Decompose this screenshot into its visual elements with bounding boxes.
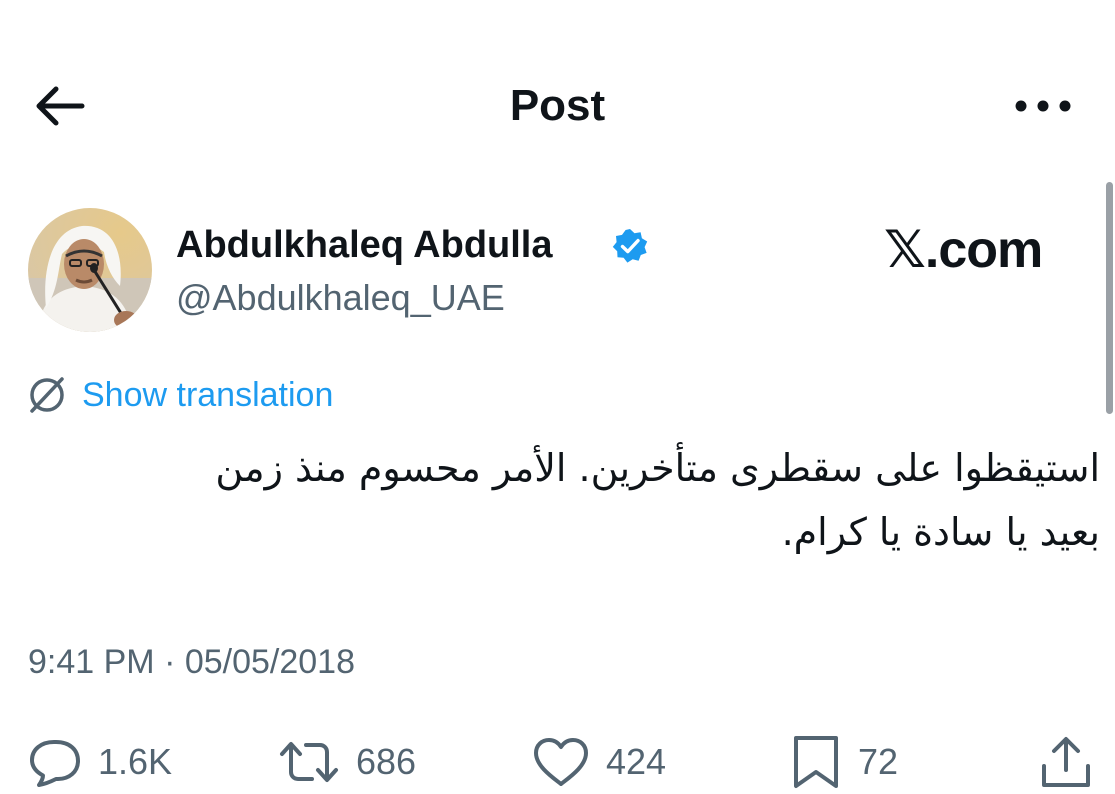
reply-button[interactable]: 1.6K	[26, 734, 172, 790]
bookmark-count: 72	[858, 741, 899, 782]
timestamp[interactable]: 9:41 PM · 05/05/2018	[28, 640, 355, 684]
verified-badge-icon	[611, 227, 649, 265]
tweet-text-line: استيقظوا على سقطرى متأخرين. الأمر محسوم …	[215, 446, 1100, 490]
share-button[interactable]	[1036, 734, 1096, 790]
repost-icon	[280, 742, 338, 782]
globe-translate-icon[interactable]	[26, 374, 68, 416]
bookmark-button[interactable]: 72	[788, 734, 898, 790]
more-horizontal-icon	[1015, 100, 1071, 112]
bookmark-icon	[794, 736, 838, 788]
author-name[interactable]: Abdulkhaleq Abdulla	[176, 222, 553, 268]
x-com-logo: 𝕏.com	[884, 221, 1043, 279]
avatar[interactable]	[28, 208, 152, 332]
like-count: 424	[606, 741, 667, 782]
author-handle[interactable]: @Abdulkhaleq_UAE	[176, 276, 505, 320]
scrollbar[interactable]	[1106, 182, 1113, 414]
repost-count: 686	[356, 741, 417, 782]
tweet-text: استيقظوا على سقطرى متأخرين. الأمر محسوم …	[60, 436, 1100, 564]
reply-icon	[30, 740, 80, 787]
page-title: Post	[509, 81, 606, 130]
more-options-button[interactable]	[1008, 84, 1078, 128]
show-translation-link[interactable]: Show translation	[82, 374, 333, 416]
share-icon	[1042, 737, 1090, 787]
tweet-text-line: بعيد يا سادة يا كرام.	[781, 510, 1100, 554]
reply-count: 1.6K	[98, 741, 173, 782]
repost-button[interactable]: 686	[276, 734, 416, 790]
heart-icon	[534, 738, 588, 786]
like-button[interactable]: 424	[530, 734, 666, 790]
